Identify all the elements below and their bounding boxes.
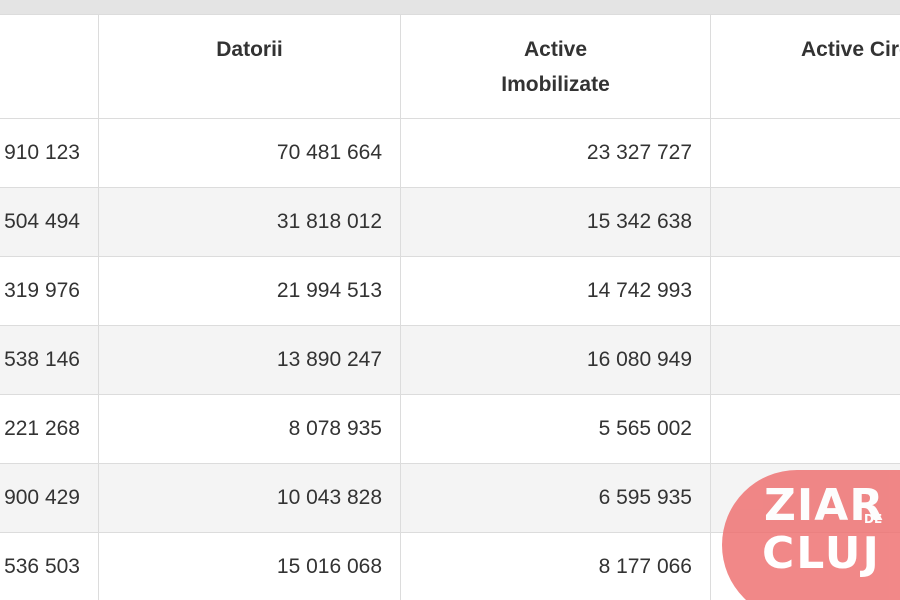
table-cell: 8 078 935 <box>98 394 401 464</box>
column-header <box>0 14 99 119</box>
ziar-de-cluj-watermark-logo: ZIAR DE CLUJ <box>722 470 900 600</box>
table-cell: 319 976 <box>0 256 99 326</box>
table-cell: 900 429 <box>0 463 99 533</box>
table-cell: 92 <box>710 118 900 188</box>
table-cell: 17 <box>710 394 900 464</box>
table-cell: 15 342 638 <box>400 187 711 257</box>
table-cell: 504 494 <box>0 187 99 257</box>
table-cell: 31 <box>710 256 900 326</box>
table-row: 538 146 13 890 247 16 080 949 17 <box>0 325 900 395</box>
table-cell: 221 268 <box>0 394 99 464</box>
table-cell: 42 <box>710 187 900 257</box>
page-viewport: Datorii Active Imobilizate Active Circul… <box>0 0 900 600</box>
table-row: 319 976 21 994 513 14 742 993 31 <box>0 256 900 326</box>
table-row: 221 268 8 078 935 5 565 002 17 <box>0 394 900 464</box>
table-cell: 910 123 <box>0 118 99 188</box>
table-cell: 70 481 664 <box>98 118 401 188</box>
table-cell: 31 818 012 <box>98 187 401 257</box>
table-row: 910 123 70 481 664 23 327 727 92 <box>0 118 900 188</box>
table-cell: 17 <box>710 325 900 395</box>
table-cell: 538 146 <box>0 325 99 395</box>
table-cell: 23 327 727 <box>400 118 711 188</box>
table-header-row: Datorii Active Imobilizate Active Circul… <box>0 14 900 119</box>
column-header-active-circulante[interactable]: Active Circulante <box>710 14 900 119</box>
column-header-active-imobilizate[interactable]: Active Imobilizate <box>400 14 711 119</box>
table-cell: 8 177 066 <box>400 532 711 600</box>
column-header-datorii[interactable]: Datorii <box>98 14 401 119</box>
table-cell: 13 890 247 <box>98 325 401 395</box>
table-cell: 536 503 <box>0 532 99 600</box>
table-cell: 14 742 993 <box>400 256 711 326</box>
table-cell: 10 043 828 <box>98 463 401 533</box>
table-cell: 15 016 068 <box>98 532 401 600</box>
table-cell: 16 080 949 <box>400 325 711 395</box>
watermark-text-cluj: CLUJ <box>762 528 881 579</box>
table-cell: 6 595 935 <box>400 463 711 533</box>
table-cell: 5 565 002 <box>400 394 711 464</box>
table-row: 504 494 31 818 012 15 342 638 42 <box>0 187 900 257</box>
top-bar <box>0 0 900 15</box>
watermark-text-de: DE <box>864 512 883 526</box>
table-cell: 21 994 513 <box>98 256 401 326</box>
